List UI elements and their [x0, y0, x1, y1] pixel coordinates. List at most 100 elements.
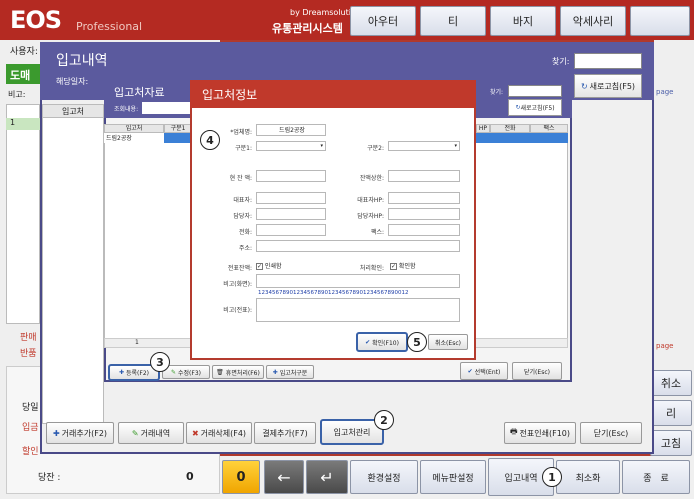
check-icon: ✔ [467, 367, 473, 375]
balance-limit-input[interactable] [388, 170, 460, 182]
backspace-key[interactable]: ← [264, 460, 304, 494]
right-page-text-1: page [656, 88, 674, 96]
menu-settings-button[interactable]: 메뉴판설정 [420, 460, 486, 494]
settings-button[interactable]: 환경설정 [350, 460, 418, 494]
find-label: 찾기: [552, 57, 570, 66]
edit-button[interactable]: ✎ 수정(F3) [162, 365, 210, 379]
balance-label: 현 잔 액: [229, 175, 252, 182]
system-name: 유통관리시스템 [272, 22, 343, 35]
refresh-button[interactable]: ↻ 새로고침(F5) [574, 74, 642, 98]
category-accessory-button[interactable]: 악세사리 [560, 6, 626, 36]
left-grid-row[interactable]: 1 [6, 118, 40, 130]
supplier-col-phone: 전화 [490, 124, 530, 133]
supplier-col-hp: HP [476, 124, 490, 133]
address-input[interactable] [256, 240, 460, 252]
supplier-find-label: 찾기: [490, 89, 504, 96]
add-payment-button[interactable]: 결제추가(F7) [254, 422, 316, 444]
remaining-value: 0 [186, 470, 194, 483]
logo-subtitle: Professional [76, 20, 143, 33]
process-confirm-checkbox[interactable]: ✓ 확인함 [390, 261, 415, 270]
enter-key[interactable]: ↵ [306, 460, 348, 494]
pencil-icon: ✎ [131, 428, 139, 438]
callout-4: 4 [200, 130, 220, 150]
left-grid [6, 104, 40, 324]
note-screen-input[interactable] [256, 274, 460, 288]
close-history-button[interactable]: 닫기(Esc) [580, 422, 642, 444]
supplier-refresh-button[interactable]: ↻ 새로고침(F5) [508, 99, 562, 116]
dormant-button[interactable]: 🗑 휴면처리(F6) [212, 365, 264, 379]
supplier-category-button[interactable]: ✚ 입고처구분 [266, 365, 314, 379]
supplier-col-fax: 팩스 [530, 124, 568, 133]
history-grid [42, 104, 104, 424]
ceo-hp-input[interactable] [388, 192, 460, 204]
summary-label-2: 입금 [22, 423, 39, 433]
delete-icon: ✖ [191, 428, 199, 438]
balance-input[interactable] [256, 170, 326, 182]
category-tee-button[interactable]: 티 [420, 6, 486, 36]
right-page-text-2: page [656, 342, 674, 350]
ceo-label: 대표자: [233, 197, 252, 204]
slip-balance-checkbox[interactable]: ✓ 인쇄함 [256, 261, 281, 270]
pencil-icon: ✎ [170, 368, 177, 376]
plus-icon: ✚ [52, 428, 60, 438]
category-outer-button[interactable]: 아우터 [350, 6, 416, 36]
company-input[interactable]: 드림2공장 [256, 124, 326, 136]
callout-1: 1 [542, 467, 562, 487]
phone-input[interactable] [256, 224, 326, 236]
refresh-icon: ↻ [580, 81, 588, 91]
printer-icon: 🖶 [509, 427, 518, 436]
lookup-label: 조회내용: [114, 106, 139, 113]
address-label: 주소: [238, 245, 252, 252]
chevron-down-icon: ▾ [454, 143, 457, 149]
lookup-input[interactable] [142, 102, 192, 114]
print-slip-button[interactable]: 🖶 전표인쇄(F10) [504, 422, 576, 444]
checkbox-icon: ✓ [390, 263, 397, 270]
summary-label-1: 당일 [22, 403, 39, 413]
minimize-button[interactable]: 최소화 [556, 460, 620, 494]
check-icon: ✔ [365, 338, 371, 346]
supplier-data-title: 입고처자료 [114, 86, 165, 99]
transaction-history-button[interactable]: ✎ 거래내역 [118, 422, 184, 444]
cancel-button[interactable]: 취소(Esc) [428, 334, 468, 350]
process-confirm-label: 처리확인: [359, 265, 384, 272]
confirm-button[interactable]: ✔ 확인(F10) [356, 332, 408, 352]
ceo-input[interactable] [256, 192, 326, 204]
receiving-history-title: 입고내역 [56, 53, 108, 69]
sale-label: 판매 [20, 333, 37, 343]
select-button[interactable]: ✔ 선택(Ent) [460, 362, 508, 380]
category2-label: 구분2: [367, 145, 384, 152]
supplier-find-input[interactable] [508, 85, 562, 97]
date-label: 해당일자: [56, 77, 89, 86]
manager-hp-input[interactable] [388, 208, 460, 220]
plus-icon: ✚ [118, 369, 125, 376]
category2-select[interactable]: ▾ [388, 141, 460, 151]
user-label: 사용자: [10, 47, 38, 57]
remaining-label: 당잔 : [38, 473, 61, 483]
delete-transaction-button[interactable]: ✖ 거래삭제(F4) [186, 422, 252, 444]
right-cancel-button[interactable]: 취소 [650, 370, 692, 396]
note-slip-input[interactable] [256, 298, 460, 322]
balance-limit-label: 잔액상한: [359, 175, 384, 182]
checkbox-icon: ✓ [256, 263, 263, 270]
callout-3: 3 [150, 352, 170, 372]
manager-label: 담당자: [233, 213, 252, 220]
right-refresh-button[interactable]: 고침 [650, 430, 692, 456]
exit-button[interactable]: 종 료 [622, 460, 690, 494]
manager-input[interactable] [256, 208, 326, 220]
chevron-down-icon: ▾ [320, 143, 323, 149]
fax-input[interactable] [388, 224, 460, 236]
add-transaction-button[interactable]: ✚ 거래추가(F2) [46, 422, 114, 444]
callout-2: 2 [374, 410, 394, 430]
category1-select[interactable]: ▾ [256, 141, 326, 151]
find-input[interactable] [574, 53, 642, 69]
summary-label-3: 할인 [22, 447, 39, 457]
right-r-button[interactable]: 리 [650, 400, 692, 426]
supplier-row-name: 드림2공장 [104, 133, 164, 143]
ceo-hp-label: 대표자HP: [357, 197, 384, 204]
supplier-col-name: 입고처 [104, 124, 164, 133]
note-screen-label: 비고(화면): [223, 281, 252, 288]
supplier-close-button[interactable]: 닫기(Esc) [512, 362, 562, 380]
numpad-zero-key[interactable]: 0 [222, 460, 260, 494]
category-extra-button[interactable] [630, 6, 690, 36]
category-pants-button[interactable]: 바지 [490, 6, 556, 36]
